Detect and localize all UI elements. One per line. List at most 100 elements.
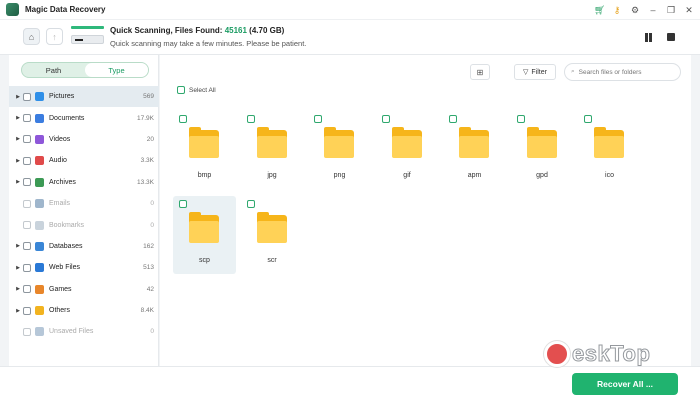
expand-arrow-icon[interactable]: ▶	[13, 179, 23, 185]
select-all[interactable]: Select All	[177, 86, 216, 94]
sidebar-item-pictures[interactable]: ▶ Pictures 569	[9, 86, 159, 108]
folder-tile[interactable]: jpg	[241, 111, 304, 189]
folder-name: apm	[467, 172, 482, 179]
sidebar-item-emails[interactable]: Emails 0	[9, 193, 159, 214]
category-count: 3.3K	[140, 157, 154, 165]
category-label: Documents	[49, 114, 85, 122]
select-all-label: Select All	[189, 86, 216, 94]
folder-checkbox[interactable]	[179, 200, 187, 208]
folder-tile[interactable]: bmp	[173, 111, 236, 189]
folder-checkbox[interactable]	[381, 115, 390, 123]
stop-button[interactable]	[667, 33, 675, 41]
home-button[interactable]: ⌂	[23, 28, 40, 45]
app-logo-icon	[6, 3, 19, 16]
folder-tile[interactable]: ico	[578, 111, 641, 189]
category-count: 0	[150, 200, 154, 208]
sidebar-item-unsaved-files[interactable]: Unsaved Files 0	[9, 321, 159, 342]
folder-checkbox[interactable]	[516, 115, 525, 123]
search-input[interactable]	[578, 68, 669, 76]
category-checkbox[interactable]	[23, 263, 31, 272]
scan-header: ⌂ ↑ Quick Scanning, Files Found: 45161 (…	[0, 20, 700, 55]
folder-tile[interactable]: scr	[241, 196, 304, 274]
unsaved-files-icon	[35, 327, 44, 337]
expand-arrow-icon[interactable]: ▶	[13, 136, 23, 142]
category-checkbox[interactable]	[23, 178, 31, 187]
search-box: ⌕	[564, 63, 681, 81]
grid-view-button[interactable]: ⊞	[470, 64, 490, 80]
others-icon	[35, 306, 44, 316]
category-checkbox[interactable]	[23, 306, 31, 315]
folder-checkbox[interactable]	[584, 115, 592, 123]
folder-checkbox[interactable]	[246, 200, 255, 208]
folder-checkbox[interactable]	[449, 115, 457, 123]
expand-arrow-icon[interactable]: ▶	[13, 265, 23, 271]
category-checkbox[interactable]	[23, 114, 31, 123]
maximize-icon[interactable]: ❐	[666, 5, 676, 15]
archives-icon	[35, 177, 44, 187]
drive-icon	[71, 26, 104, 48]
toggle-path[interactable]: Path	[22, 63, 85, 77]
up-button[interactable]: ↑	[46, 28, 63, 45]
sidebar-item-audio[interactable]: ▶ Audio 3.3K	[9, 150, 159, 171]
sidebar-item-documents[interactable]: ▶ Documents 17.9K	[9, 107, 159, 128]
category-count: 42	[146, 285, 154, 293]
close-icon[interactable]: ✕	[684, 5, 694, 15]
cart-icon[interactable]: 🛒︎	[594, 5, 605, 15]
folder-icon	[189, 212, 219, 243]
sidebar-item-games[interactable]: ▶ Games 42	[9, 279, 159, 300]
expand-arrow-icon[interactable]: ▶	[13, 158, 23, 164]
folder-icon	[256, 127, 287, 158]
view-mode-toggle: Path Type	[21, 62, 149, 78]
sidebar-item-databases[interactable]: ▶ Databases 162	[9, 236, 159, 257]
category-checkbox[interactable]	[23, 285, 31, 294]
toggle-type[interactable]: Type	[85, 63, 148, 77]
key-icon[interactable]: ⚷	[612, 5, 622, 15]
search-icon: ⌕	[571, 68, 575, 75]
expand-arrow-icon[interactable]: ▶	[13, 115, 23, 121]
category-checkbox[interactable]	[23, 199, 31, 208]
sidebar-item-archives[interactable]: ▶ Archives 13.3K	[9, 172, 159, 193]
category-checkbox[interactable]	[23, 242, 31, 251]
category-label: Archives	[49, 178, 76, 186]
folder-tile[interactable]: gpd	[511, 111, 574, 189]
pause-button[interactable]	[644, 33, 652, 42]
select-all-checkbox[interactable]	[177, 86, 185, 94]
category-checkbox[interactable]	[23, 221, 31, 230]
recover-all-button[interactable]: Recover All ...	[572, 373, 678, 395]
folder-checkbox[interactable]	[314, 115, 322, 123]
sidebar-item-videos[interactable]: ▶ Videos 20	[9, 129, 159, 150]
bookmarks-icon	[35, 220, 44, 230]
category-label: Databases	[49, 242, 83, 250]
expand-arrow-icon[interactable]: ▶	[13, 94, 23, 100]
sidebar-item-others[interactable]: ▶ Others 8.4K	[9, 300, 159, 321]
filter-button[interactable]: ▽ Filter	[514, 64, 556, 80]
category-checkbox[interactable]	[23, 156, 31, 165]
category-count: 20	[146, 135, 154, 143]
scan-status-title: Quick Scanning, Files Found: 45161 (4.70…	[110, 26, 285, 35]
folder-tile[interactable]: png	[308, 111, 371, 189]
watermark: eskTop	[544, 341, 650, 367]
category-checkbox[interactable]	[23, 92, 31, 101]
expand-arrow-icon[interactable]: ▶	[13, 243, 23, 249]
folder-tile[interactable]: apm	[443, 111, 506, 189]
folder-checkbox[interactable]	[246, 115, 255, 123]
folder-name: scr	[267, 257, 277, 264]
folder-tile[interactable]: gif	[376, 111, 439, 189]
minimize-icon[interactable]: –	[648, 5, 658, 15]
documents-icon	[35, 113, 44, 123]
folder-icon	[391, 127, 422, 158]
sidebar: Path Type ▶ Pictures 569 ▶ Documents 17.9K ▶ Vi…	[9, 55, 159, 366]
sidebar-item-web-files[interactable]: ▶ Web Files 513	[9, 257, 159, 278]
sidebar-item-bookmarks[interactable]: Bookmarks 0	[9, 214, 159, 235]
expand-arrow-icon[interactable]: ▶	[13, 308, 23, 314]
category-checkbox[interactable]	[23, 327, 31, 336]
category-count: 13.3K	[137, 178, 154, 186]
folder-checkbox[interactable]	[179, 115, 187, 123]
settings-icon[interactable]: ⚙	[630, 5, 640, 15]
videos-icon	[35, 134, 44, 144]
folder-tile[interactable]: scp	[173, 196, 236, 274]
category-count: 0	[150, 221, 154, 229]
category-label: Bookmarks	[49, 221, 85, 229]
category-checkbox[interactable]	[23, 135, 31, 144]
expand-arrow-icon[interactable]: ▶	[13, 286, 23, 292]
